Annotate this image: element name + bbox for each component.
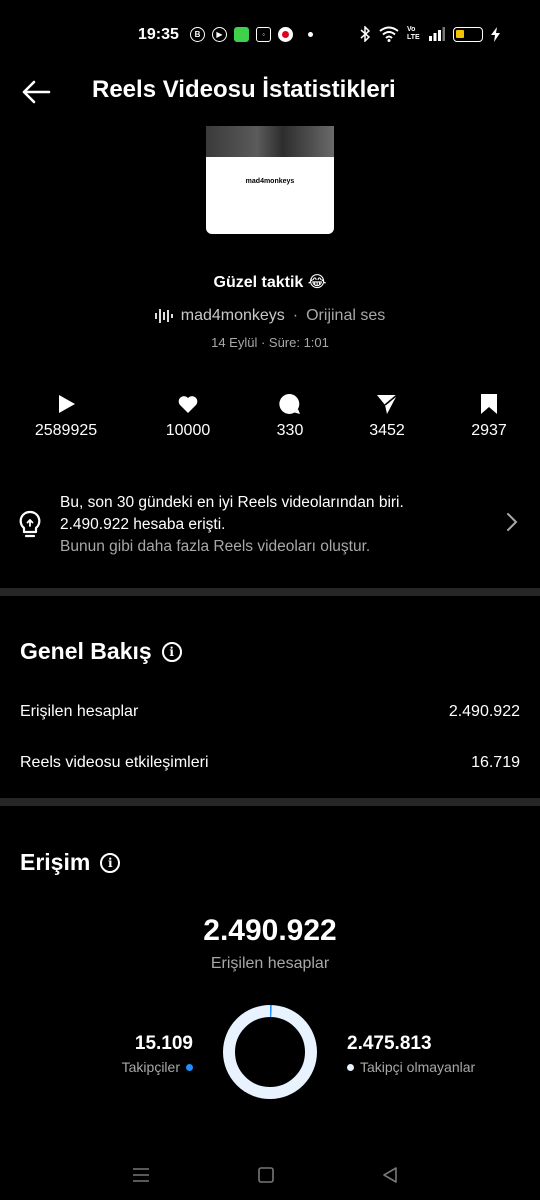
lightbulb-icon xyxy=(19,510,41,538)
b-circle-icon: B xyxy=(190,27,205,42)
bookmark-icon xyxy=(481,394,497,414)
non-followers-label: Takipçi olmayanlar xyxy=(360,1059,476,1075)
reach-section-title: Erişim i xyxy=(20,849,121,876)
reel-meta: 14 Eylül · Süre: 1:01 xyxy=(211,335,329,350)
back-nav-button[interactable] xyxy=(375,1160,405,1190)
heart-icon xyxy=(178,396,198,413)
system-icons: Vo LTE xyxy=(359,26,500,42)
insight-banner[interactable]: Bu, son 30 gündeki en iyi Reels videolar… xyxy=(0,492,540,562)
page-title: Reels Videosu İstatistikleri xyxy=(92,76,396,103)
stat-likes: 10000 xyxy=(133,393,243,440)
stat-shares: 3452 xyxy=(332,393,442,440)
non-followers-dot xyxy=(347,1063,354,1071)
audio-separator: · xyxy=(292,307,299,324)
volte-label: Vo LTE xyxy=(407,26,420,41)
insight-line-2: 2.490.922 hesaba erişti. xyxy=(60,516,226,533)
row-label: Reels videosu etkileşimleri xyxy=(20,754,209,771)
followers-label: Takipçiler xyxy=(121,1059,180,1075)
followers-value: 15.109 xyxy=(134,1033,193,1054)
play-icon xyxy=(59,395,75,413)
stats-row: 2589925 10000 330 3452 2937 xyxy=(0,393,540,453)
section-divider xyxy=(0,798,540,806)
stat-value: 10000 xyxy=(165,422,211,439)
info-icon[interactable]: i xyxy=(100,852,121,873)
overview-row-engagement: Reels videosu etkileşimleri 16.719 xyxy=(20,754,520,772)
audio-row[interactable]: mad4monkeys · Orijinal ses xyxy=(0,307,540,325)
home-nav-button[interactable] xyxy=(251,1160,281,1190)
donut-non-followers-segment xyxy=(223,1005,317,1099)
stat-saves: 2937 xyxy=(434,393,540,440)
menu-icon xyxy=(133,1168,149,1182)
wechat-icon xyxy=(234,27,249,42)
audio-wave-icon xyxy=(154,309,173,323)
instagram-icon: ◦ xyxy=(256,27,271,42)
share-icon xyxy=(377,394,398,414)
status-bar: 19:35 B ▶ ◦ Vo LTE xyxy=(0,0,540,70)
insight-line-1: Bu, son 30 gündeki en iyi Reels videolar… xyxy=(60,494,404,511)
row-value: 2.490.922 xyxy=(448,703,520,720)
chevron-right-icon xyxy=(507,513,518,531)
back-button[interactable] xyxy=(18,74,54,110)
arrow-left-icon xyxy=(22,80,51,104)
menu-nav-button[interactable] xyxy=(126,1160,156,1190)
non-followers-label-row: Takipçi olmayanlar xyxy=(347,1059,475,1075)
audio-owner: mad4monkeys xyxy=(180,307,285,324)
stat-value: 3452 xyxy=(369,422,405,439)
charging-icon xyxy=(491,26,500,42)
maps-icon: ▶ xyxy=(212,27,227,42)
bluetooth-icon xyxy=(360,26,371,42)
legend-non-followers: 2.475.813 Takipçi olmayanlar xyxy=(347,1033,475,1075)
insight-text: Bu, son 30 gündeki en iyi Reels videolar… xyxy=(60,492,490,558)
triangle-back-icon xyxy=(383,1167,397,1183)
overview-section-title: Genel Bakış i xyxy=(20,638,182,665)
row-value: 16.719 xyxy=(471,754,520,771)
thumbnail-image xyxy=(206,126,334,157)
more-notifications-dot xyxy=(308,32,313,37)
reach-title: Erişim xyxy=(20,849,91,875)
insight-line-3: Bunun gibi daha fazla Reels videoları ol… xyxy=(60,538,371,555)
section-divider xyxy=(0,588,540,596)
comment-icon xyxy=(279,393,300,414)
stat-plays: 2589925 xyxy=(11,393,121,440)
reach-total-label: Erişilen hesaplar xyxy=(210,955,330,972)
legend-followers: 15.109 Takipçiler xyxy=(122,1033,193,1075)
thumbnail-caption: mad4monkeys xyxy=(245,178,295,185)
row-label: Erişilen hesaplar xyxy=(20,703,139,720)
battery-icon xyxy=(453,26,483,42)
stat-value: 2589925 xyxy=(34,422,98,439)
reach-donut-chart xyxy=(223,1005,317,1099)
reel-thumbnail[interactable]: mad4monkeys xyxy=(206,126,334,234)
wifi-icon xyxy=(379,26,399,42)
info-icon[interactable]: i xyxy=(161,641,182,662)
signal-icon xyxy=(429,27,445,41)
audio-name: Orijinal ses xyxy=(306,307,386,324)
followers-dot xyxy=(186,1063,193,1071)
non-followers-value: 2.475.813 xyxy=(347,1033,432,1054)
system-nav-bar xyxy=(0,1150,540,1200)
stat-comments: 330 xyxy=(235,393,345,440)
stat-value: 2937 xyxy=(471,422,507,439)
overview-row-reach: Erişilen hesaplar 2.490.922 xyxy=(20,703,520,721)
stat-value: 330 xyxy=(276,422,304,439)
status-time: 19:35 xyxy=(138,26,179,43)
reel-title: Güzel taktik 😂 xyxy=(213,274,327,291)
followers-label-row: Takipçiler xyxy=(122,1059,193,1075)
square-icon xyxy=(258,1167,274,1183)
notification-icons: B ▶ ◦ xyxy=(190,27,313,42)
vodafone-icon xyxy=(278,27,293,42)
reach-total: 2.490.922 xyxy=(203,914,337,947)
overview-title: Genel Bakış xyxy=(20,638,152,664)
